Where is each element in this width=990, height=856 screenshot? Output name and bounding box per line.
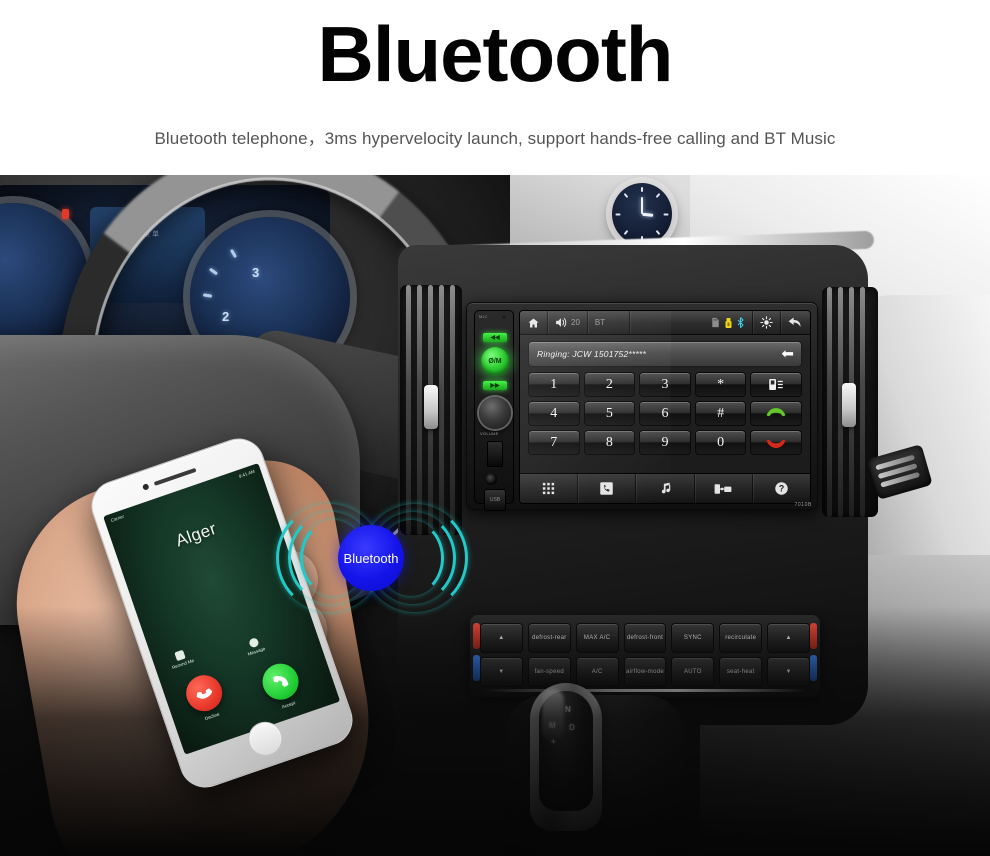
usb-port[interactable]: USB <box>484 489 506 511</box>
brightness-icon <box>760 316 773 329</box>
end-call-icon <box>766 439 786 448</box>
key-9[interactable]: 9 <box>639 430 691 455</box>
tab-help[interactable]: ? <box>753 474 810 503</box>
phonebook-icon <box>769 378 783 391</box>
back-arrow-icon <box>788 317 801 327</box>
message-icon <box>247 637 260 649</box>
phonebook-button[interactable] <box>750 372 802 397</box>
answer-call-button[interactable] <box>750 401 802 426</box>
key-hash[interactable]: # <box>694 401 747 426</box>
dialer-panel: Ringing: JCW 1501752***** ⬅ 1 2 3 * 4 5 6 #7 8 9 0 <box>520 335 810 475</box>
home-button[interactable] <box>520 311 548 334</box>
banner-header: Bluetooth Bluetooth telephone，3ms hyperv… <box>0 0 990 175</box>
reset-button[interactable] <box>502 315 506 319</box>
warning-indicator-icon <box>62 209 69 219</box>
call-status-bar: Ringing: JCW 1501752***** ⬅ <box>528 341 802 367</box>
phone-accept-icon <box>273 676 289 687</box>
tab-keypad[interactable] <box>520 474 579 503</box>
bluetooth-badge-label: Bluetooth <box>343 550 399 566</box>
volume-icon <box>556 317 567 328</box>
key-6[interactable]: 6 <box>639 401 691 426</box>
key-4[interactable]: 4 <box>528 401 580 426</box>
message-label: Message <box>247 646 266 657</box>
tab-music[interactable] <box>636 474 695 503</box>
source-label: BT <box>594 318 606 327</box>
product-banner-page: Bluetooth Bluetooth telephone，3ms hyperv… <box>0 0 990 856</box>
key-3[interactable]: 3 <box>639 372 691 397</box>
remind-me-label: Remind Me <box>171 657 195 671</box>
phone-time: 9:41 AM <box>238 468 256 479</box>
aux-input-jack[interactable] <box>485 473 497 485</box>
music-note-icon <box>661 482 671 494</box>
next-track-button[interactable]: ▶▶ <box>483 381 507 390</box>
remind-me-option[interactable]: Remind Me <box>168 647 195 670</box>
message-option[interactable]: Message <box>243 636 266 657</box>
stereo-touchscreen[interactable]: 20 BT Ringing: JCW 1501752***** ⬅ 1 2 3 … <box>519 310 811 504</box>
end-call-button[interactable] <box>750 430 802 455</box>
tab-dial[interactable] <box>578 474 637 503</box>
volume-knob-label: VOLUME <box>480 431 499 436</box>
page-title: Bluetooth <box>317 10 674 98</box>
question-mark-icon: ? <box>775 482 788 495</box>
answer-call-icon <box>766 408 786 417</box>
key-8[interactable]: 8 <box>583 430 636 455</box>
prev-track-button[interactable]: ◀◀ <box>483 333 507 342</box>
earpiece-speaker <box>153 467 197 486</box>
car-stereo-head-unit: MIC ◀◀ Ø/M ▶▶ VOLUME USB 20 BT Ringing: … <box>466 302 818 511</box>
bluetooth-badge: Bluetooth <box>338 525 404 591</box>
volume-knob[interactable] <box>479 397 511 429</box>
stereo-side-panel: MIC ◀◀ Ø/M ▶▶ VOLUME USB <box>474 310 514 511</box>
vent-tab-right[interactable] <box>842 383 856 427</box>
key-5[interactable]: 5 <box>583 401 636 426</box>
phone-decline-icon <box>196 688 213 699</box>
keypad-grid-icon <box>542 482 555 495</box>
stereo-status-bar: 20 BT <box>520 311 810 335</box>
usb-icon <box>725 317 732 328</box>
back-button[interactable] <box>781 311 810 334</box>
car-interior-photo: 190 主菜单 2 3 <box>0 175 990 856</box>
mic-label: MIC <box>479 314 488 319</box>
call-status-text: Ringing: JCW 1501752***** <box>537 349 646 359</box>
dial-keypad: 1 2 3 * 4 5 6 #7 8 9 0 <box>528 372 802 455</box>
key-0[interactable]: 0 <box>694 430 747 455</box>
vent-tab-left[interactable] <box>424 385 438 429</box>
accept-call-button[interactable] <box>257 658 304 705</box>
tab-device-link[interactable] <box>695 474 753 503</box>
device-link-icon <box>714 483 732 494</box>
svg-text:?: ? <box>779 484 784 494</box>
key-1[interactable]: 1 <box>528 372 580 397</box>
air-vent-left <box>400 285 462 535</box>
air-vent-right <box>822 287 878 517</box>
decline-call-button[interactable] <box>181 670 228 717</box>
backspace-arrow-icon[interactable]: ⬅ <box>781 347 794 362</box>
phone-dial-icon <box>600 482 614 495</box>
front-camera-icon <box>141 483 150 491</box>
bluetooth-icon <box>737 316 744 328</box>
key-7[interactable]: 7 <box>528 430 580 455</box>
stereo-bottom-toolbar: ? <box>520 473 810 503</box>
page-subtitle: Bluetooth telephone，3ms hypervelocity la… <box>154 129 836 148</box>
sd-card-icon <box>712 317 719 328</box>
sd-card-slot[interactable] <box>487 441 503 467</box>
volume-level: 20 <box>571 318 580 327</box>
key-star[interactable]: * <box>694 372 747 397</box>
phone-carrier: Carrier <box>110 513 125 524</box>
key-2[interactable]: 2 <box>583 372 636 397</box>
power-mute-button[interactable]: Ø/M <box>481 347 509 375</box>
dashboard-clock <box>612 183 672 245</box>
source-indicator[interactable]: BT <box>588 311 630 334</box>
connection-indicators <box>703 311 753 334</box>
brightness-button[interactable] <box>753 311 781 334</box>
home-icon <box>528 318 539 327</box>
alarm-icon <box>174 649 186 662</box>
volume-indicator[interactable]: 20 <box>548 311 588 334</box>
stereo-model-label: 7010B <box>794 502 812 508</box>
